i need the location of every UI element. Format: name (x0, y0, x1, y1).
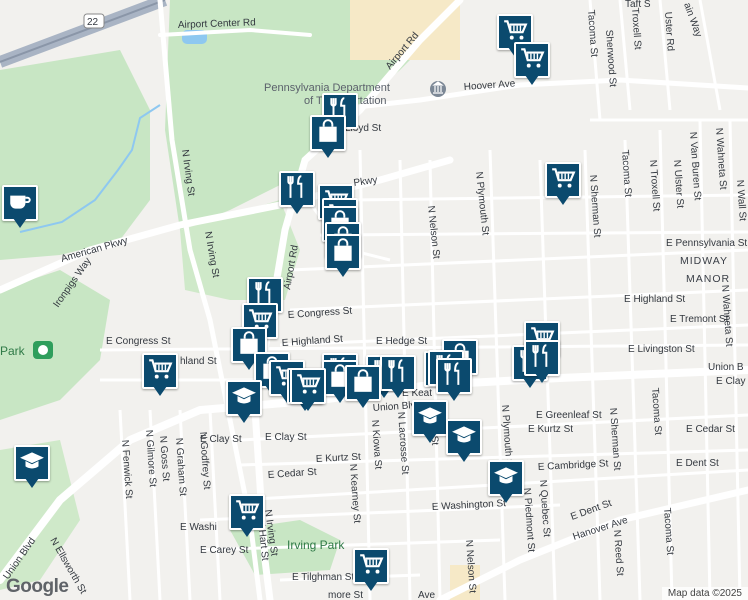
map-canvas[interactable]: 22 Airport Center Rd Airport Rd Airport … (0, 0, 748, 600)
shopping-marker[interactable] (323, 234, 363, 280)
label-e-highland-st-2: E Highland St (624, 294, 685, 305)
restaurant-marker[interactable] (378, 355, 418, 401)
school-marker[interactable] (224, 380, 264, 426)
svg-text:22: 22 (87, 17, 99, 28)
grocery-icon (519, 45, 545, 76)
grocery-marker[interactable] (140, 353, 180, 399)
label-e-cedar-st-2: E Cedar St (686, 424, 735, 435)
grocery-marker[interactable] (512, 42, 552, 88)
irving-park-label[interactable]: Irving Park (287, 538, 345, 552)
grocery-marker[interactable] (288, 368, 328, 414)
label-e-kurtz-st-2: E Kurtz St (528, 424, 573, 435)
area-label-manor: MANOR (686, 273, 730, 285)
school-icon (493, 463, 519, 494)
svg-text:Park: Park (0, 344, 26, 358)
shopping-marker[interactable] (343, 365, 383, 411)
shopping-icon (330, 237, 356, 268)
grocery-icon (147, 356, 173, 387)
label-ave: Ave (418, 590, 435, 600)
label-e-washi: E Washi (180, 522, 217, 533)
label-e-congress-st-2: E Congress St (106, 336, 171, 347)
label-highland-st: hland St (180, 356, 217, 367)
google-logo[interactable]: Google (6, 576, 69, 598)
label-e-greenleaf-st: E Greenleaf St (536, 410, 602, 421)
grocery-marker[interactable] (351, 548, 391, 594)
label-taft-st: Taft S (625, 0, 651, 10)
grocery-icon (295, 371, 321, 402)
grocery-icon (234, 497, 260, 528)
restaurant-marker[interactable] (434, 358, 474, 404)
label-e-tilghman-st: E Tilghman St (292, 572, 354, 583)
label-e-dent-st-2: E Dent St (676, 458, 719, 469)
shopping-icon (315, 118, 341, 149)
shopping-marker[interactable] (308, 115, 348, 161)
route-22-shield: 22 (83, 13, 105, 29)
school-icon (231, 383, 257, 414)
grocery-marker[interactable] (543, 162, 583, 208)
shopping-icon (350, 368, 376, 399)
restaurant-icon (441, 361, 467, 392)
school-icon (19, 448, 45, 479)
label-e-hedge-st: E Hedge St (376, 336, 427, 347)
grocery-icon (550, 165, 576, 196)
label-e-carey-st: E Carey St (200, 545, 249, 556)
restaurant-marker[interactable] (522, 340, 562, 386)
map-attribution[interactable]: Map data ©2025 (661, 587, 748, 600)
school-icon (451, 422, 477, 453)
restaurant-marker[interactable] (277, 171, 317, 217)
label-e-pennsylvania-st: E Pennsylvania St (666, 238, 747, 249)
restaurant-icon (284, 174, 310, 205)
label-e-livingston-st: E Livingston St (628, 344, 695, 355)
school-icon (417, 403, 443, 434)
label-e-clay-st-3: E Clay St (716, 376, 748, 387)
restaurant-icon (385, 358, 411, 389)
school-marker[interactable] (444, 419, 484, 465)
restaurant-icon (529, 343, 555, 374)
area-label-midway: MIDWAY (680, 255, 728, 267)
cafe-icon (7, 188, 33, 219)
grocery-icon (358, 551, 384, 582)
label-e-tremont-st: E Tremont St (670, 314, 729, 325)
school-marker[interactable] (486, 460, 526, 506)
school-marker[interactable] (12, 445, 52, 491)
cafe-marker[interactable] (0, 185, 40, 231)
label-union-b: Union B (708, 362, 744, 373)
grocery-marker[interactable] (227, 494, 267, 540)
label-e-clay-st: E Clay St (265, 432, 307, 443)
